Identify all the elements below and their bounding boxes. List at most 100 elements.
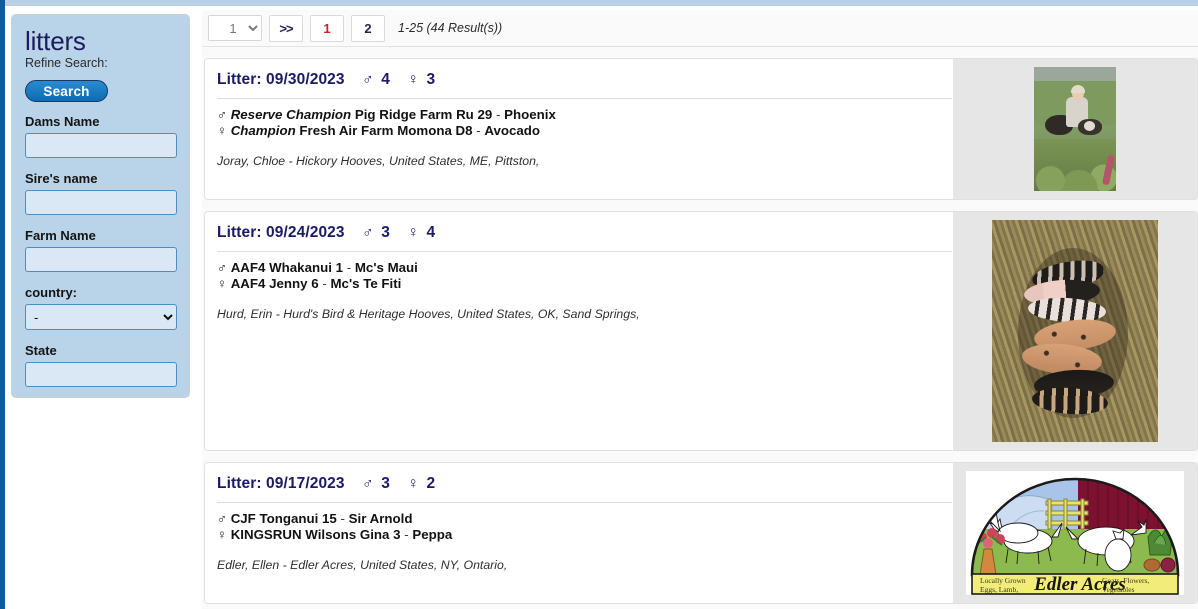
- field-group-state: State: [23, 343, 178, 387]
- field-group-country: country: -: [23, 285, 178, 330]
- female-count: 2: [426, 475, 436, 492]
- pagination-toolbar: 1 >> 1 2 1-25 (44 Result(s)): [202, 10, 1198, 47]
- sire-line: ♂ CJF Tonganui 15 - Sir Arnold: [217, 511, 953, 527]
- litter-card[interactable]: Litter: 09/17/2023 ♂ 3 ♀ 2 ♂ CJF Tonganu…: [204, 462, 1198, 604]
- female-icon: ♀: [217, 122, 227, 138]
- breeder-info[interactable]: Joray, Chloe - Hickory Hooves, United St…: [217, 154, 953, 168]
- dam-line: ♀ KINGSRUN Wilsons Gina 3 - Peppa: [217, 527, 953, 543]
- litter-card[interactable]: Litter: 09/30/2023 ♂ 4 ♀ 3 ♂ Reserve Cha…: [204, 58, 1198, 200]
- dam-line: ♀ Champion Fresh Air Farm Momona D8 - Av…: [217, 123, 953, 139]
- male-icon: ♂: [217, 511, 227, 526]
- male-icon: ♂: [217, 260, 227, 275]
- litter-details: Litter: 09/30/2023 ♂ 4 ♀ 3 ♂ Reserve Cha…: [205, 59, 953, 199]
- sire-line: ♂ AAF4 Whakanui 1 - Mc's Maui: [217, 260, 953, 276]
- photo-piglet-right-marking: [1084, 121, 1095, 131]
- dam-registered-name[interactable]: Fresh Air Farm Momona D8: [299, 123, 472, 138]
- sire-registered-name[interactable]: AAF4 Whakanui 1: [231, 260, 343, 275]
- female-icon: ♀: [407, 475, 420, 492]
- male-icon: ♂: [217, 107, 227, 122]
- female-count: 4: [426, 224, 436, 241]
- litter-card-list: Litter: 09/30/2023 ♂ 4 ♀ 3 ♂ Reserve Cha…: [202, 58, 1198, 604]
- divider: [217, 251, 952, 252]
- state-input[interactable]: [25, 362, 177, 387]
- dam-call-name: Avocado: [484, 122, 541, 138]
- field-group-dams-name: Dams Name: [23, 114, 178, 158]
- male-count: 3: [381, 224, 390, 241]
- farm-logo[interactable]: Locally Grown Eggs, Lamb, Edler Acres Go…: [966, 471, 1184, 595]
- sire-dash: -: [346, 260, 352, 275]
- result-count-info: 1-25 (44 Result(s)): [398, 21, 503, 35]
- sire-dash: -: [495, 107, 501, 122]
- farm-name-label: Farm Name: [25, 228, 96, 243]
- litter-photo[interactable]: [992, 220, 1158, 442]
- sires-name-input[interactable]: [25, 190, 177, 215]
- dam-dash: -: [404, 526, 409, 542]
- male-icon: ♂: [362, 224, 374, 241]
- litter-image-panel: [953, 59, 1197, 199]
- page-jump-select[interactable]: 1: [208, 15, 262, 41]
- logo-right-line2: Vegetables: [1102, 585, 1135, 594]
- litter-details: Litter: 09/24/2023 ♂ 3 ♀ 4 ♂ AAF4 Whakan…: [205, 212, 953, 450]
- litters-search-page: litters Refine Search: Search Dams Name …: [0, 0, 1198, 609]
- male-icon: ♂: [362, 71, 374, 88]
- photo-sky-region: [1034, 67, 1116, 81]
- dam-award: Champion: [230, 122, 296, 138]
- litter-title: Litter: 09/24/2023 ♂ 3 ♀ 4: [217, 224, 953, 242]
- left-accent-rail: [0, 0, 5, 609]
- page-button-1[interactable]: 1: [310, 14, 344, 42]
- logo-right-text: Goats, Flowers, Vegetables: [1102, 576, 1174, 594]
- litter-photo[interactable]: [1034, 67, 1116, 191]
- sire-call-name: Phoenix: [504, 107, 556, 122]
- dam-registered-name[interactable]: AAF4 Jenny 6: [231, 276, 319, 291]
- logo-right-line1: Goats, Flowers,: [1102, 576, 1150, 585]
- dam-call-name: Peppa: [412, 526, 453, 542]
- litter-title: Litter: 09/17/2023 ♂ 3 ♀ 2: [217, 475, 953, 493]
- sire-call-name: Mc's Maui: [354, 260, 418, 275]
- litter-date: 09/24/2023: [266, 224, 345, 241]
- dams-name-input[interactable]: [25, 133, 177, 158]
- breeder-info[interactable]: Hurd, Erin - Hurd's Bird & Heritage Hoov…: [217, 307, 953, 321]
- next-page-button[interactable]: >>: [269, 14, 303, 42]
- sire-call-name: Sir Arnold: [348, 511, 413, 526]
- dam-registered-name[interactable]: KINGSRUN Wilsons Gina 3: [231, 527, 401, 542]
- country-select[interactable]: -: [25, 304, 177, 330]
- page-button-2[interactable]: 2: [351, 14, 385, 42]
- country-label: country:: [25, 285, 77, 300]
- litter-details: Litter: 09/17/2023 ♂ 3 ♀ 2 ♂ CJF Tonganu…: [205, 463, 953, 603]
- page-title: litters: [25, 26, 86, 56]
- litter-label: Litter:: [217, 224, 262, 241]
- field-group-farm-name: Farm Name: [23, 228, 178, 272]
- breeder-info[interactable]: Edler, Ellen - Edler Acres, United State…: [217, 558, 953, 572]
- litter-image-panel: [953, 212, 1197, 450]
- refine-search-label: Refine Search:: [25, 56, 108, 70]
- search-button[interactable]: Search: [25, 80, 108, 102]
- litter-image-panel: Locally Grown Eggs, Lamb, Edler Acres Go…: [953, 463, 1197, 603]
- female-icon: ♀: [407, 224, 420, 241]
- sire-registered-name[interactable]: Pig Ridge Farm Ru 29: [355, 107, 492, 122]
- results-main: 1 >> 1 2 1-25 (44 Result(s)) Litter: 09/…: [202, 10, 1198, 609]
- sires-name-label: Sire's name: [25, 171, 98, 186]
- dam-dash: -: [476, 122, 481, 138]
- male-count: 3: [381, 475, 390, 492]
- photo-child-hair: [1071, 85, 1085, 93]
- sire-dash: -: [340, 511, 345, 526]
- sire-line: ♂ Reserve Champion Pig Ridge Farm Ru 29 …: [217, 107, 953, 123]
- divider: [217, 502, 952, 503]
- litter-title: Litter: 09/30/2023 ♂ 4 ♀ 3: [217, 71, 953, 89]
- litter-card[interactable]: Litter: 09/24/2023 ♂ 3 ♀ 4 ♂ AAF4 Whakan…: [204, 211, 1198, 451]
- top-accent-strip: [0, 0, 1198, 6]
- state-label: State: [25, 343, 57, 358]
- litter-date: 09/30/2023: [266, 71, 345, 88]
- farm-name-input[interactable]: [25, 247, 177, 272]
- female-icon: ♀: [217, 526, 227, 542]
- sire-award: Reserve Champion: [230, 107, 352, 122]
- dam-line: ♀ AAF4 Jenny 6 - Mc's Te Fiti: [217, 276, 953, 292]
- litter-label: Litter:: [217, 71, 262, 88]
- divider: [217, 98, 952, 99]
- litter-date: 09/17/2023: [266, 475, 345, 492]
- female-icon: ♀: [407, 71, 420, 88]
- sire-registered-name[interactable]: CJF Tonganui 15: [231, 511, 337, 526]
- field-group-sires-name: Sire's name: [23, 171, 178, 215]
- female-count: 3: [426, 71, 436, 88]
- refine-search-sidebar: litters Refine Search: Search Dams Name …: [11, 14, 190, 398]
